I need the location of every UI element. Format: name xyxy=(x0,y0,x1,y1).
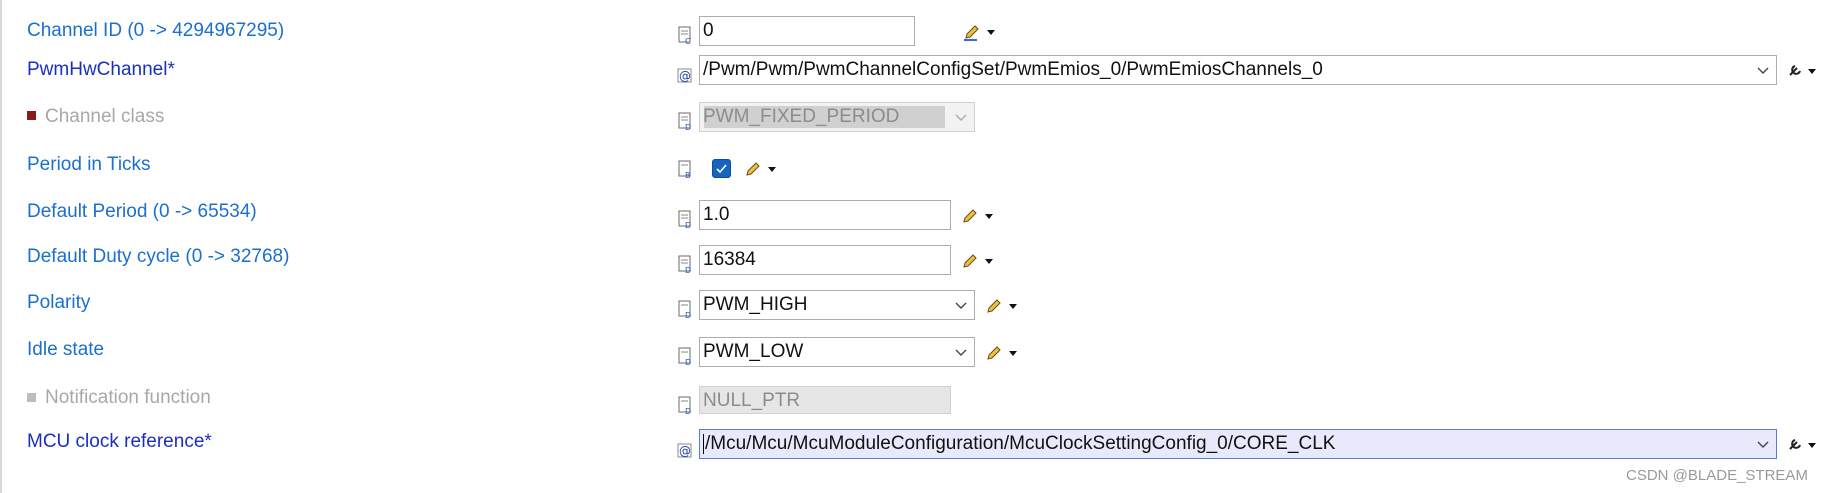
idle-state-label: Idle state xyxy=(27,339,105,360)
default-duty-cycle-input[interactable]: 16384 xyxy=(699,245,951,275)
svg-text:@: @ xyxy=(679,69,691,83)
pwm-hw-channel-label: PwmHwChannel* xyxy=(27,59,175,80)
svg-text:D: D xyxy=(685,311,691,319)
row-mcu-clock-reference: MCU clock reference* @ /Mcu/Mcu/McuModul… xyxy=(0,429,1831,469)
parameter-doc-icon: D xyxy=(677,396,693,415)
watermark: CSDN @BLADE_STREAM xyxy=(1626,467,1808,484)
svg-text:D: D xyxy=(685,123,691,131)
reference-at-icon: @ xyxy=(677,440,693,459)
chevron-down-icon[interactable] xyxy=(954,342,968,359)
svg-text:D: D xyxy=(685,221,691,229)
svg-text:D: D xyxy=(685,266,691,274)
channel-class-select: PWM_FIXED_PERIOD xyxy=(699,102,975,132)
parameter-doc-icon: D xyxy=(677,210,693,229)
edit-menu[interactable] xyxy=(985,296,1021,316)
default-duty-cycle-label: Default Duty cycle (0 -> 32768) xyxy=(27,246,290,267)
parameter-doc-icon: D xyxy=(677,347,693,366)
parameter-doc-icon: D xyxy=(677,112,693,131)
pwm-hw-channel-select[interactable]: /Pwm/Pwm/PwmChannelConfigSet/PwmEmios_0/… xyxy=(699,55,1777,85)
reference-tool-menu[interactable] xyxy=(1786,435,1822,455)
default-period-input[interactable]: 1.0 xyxy=(699,200,951,230)
edit-menu[interactable] xyxy=(961,206,997,226)
notification-function-label: Notification function xyxy=(45,387,211,408)
svg-text:@: @ xyxy=(679,444,691,458)
row-idle-state: Idle state D PWM_LOW xyxy=(0,337,1831,377)
parameter-doc-icon: D xyxy=(677,300,693,319)
svg-text:B: B xyxy=(685,171,691,179)
dropdown-triangle-icon xyxy=(985,214,993,219)
pencil-icon xyxy=(964,25,979,41)
required-marker-icon xyxy=(27,111,36,120)
pencil-icon xyxy=(987,346,1001,360)
svg-text:D: D xyxy=(685,407,691,415)
svg-text:C: C xyxy=(685,37,691,45)
idle-state-select[interactable]: PWM_LOW xyxy=(699,337,975,367)
pwm-hw-channel-value: /Pwm/Pwm/PwmChannelConfigSet/PwmEmios_0/… xyxy=(703,59,1323,80)
dropdown-triangle-icon xyxy=(1808,443,1816,448)
edit-menu[interactable] xyxy=(744,159,780,179)
parameter-doc-icon: B xyxy=(677,160,693,179)
mcu-clock-reference-label: MCU clock reference* xyxy=(27,431,212,452)
svg-text:D: D xyxy=(685,358,691,366)
parameter-doc-icon: C xyxy=(677,26,693,45)
dropdown-triangle-icon xyxy=(1009,351,1017,356)
row-period-in-ticks: Period in Ticks B xyxy=(0,154,1831,195)
row-pwm-hw-channel: PwmHwChannel* @ /Pwm/Pwm/PwmChannelConfi… xyxy=(0,55,1831,95)
row-channel-id: Channel ID (0 -> 4294967295) C 0 xyxy=(0,16,1831,56)
period-in-ticks-label: Period in Ticks xyxy=(27,154,151,175)
pencil-icon xyxy=(963,254,977,268)
notification-function-input: NULL_PTR xyxy=(699,386,951,414)
pencil-icon xyxy=(746,162,760,176)
row-default-duty-cycle: Default Duty cycle (0 -> 32768) D 16384 xyxy=(0,245,1831,285)
row-notification-function: Notification function D NULL_PTR xyxy=(0,384,1831,424)
reference-wrench-icon xyxy=(1789,439,1801,450)
dropdown-triangle-icon xyxy=(1009,304,1017,309)
channel-class-value: PWM_FIXED_PERIOD xyxy=(703,106,900,127)
pencil-icon xyxy=(987,299,1001,313)
reference-tool-menu[interactable] xyxy=(1786,61,1822,81)
reference-at-icon: @ xyxy=(677,65,693,84)
idle-state-value: PWM_LOW xyxy=(703,341,804,362)
edit-menu[interactable] xyxy=(985,343,1021,363)
text-cursor xyxy=(703,433,704,454)
mcu-clock-reference-select[interactable]: /Mcu/Mcu/McuModuleConfiguration/McuClock… xyxy=(699,429,1777,459)
polarity-label: Polarity xyxy=(27,292,91,313)
row-polarity: Polarity D PWM_HIGH xyxy=(0,290,1831,330)
chevron-down-icon[interactable] xyxy=(1756,60,1770,77)
period-in-ticks-checkbox[interactable] xyxy=(712,159,731,178)
reference-wrench-icon xyxy=(1789,65,1801,76)
chevron-down-icon[interactable] xyxy=(954,295,968,312)
channel-id-label: Channel ID (0 -> 4294967295) xyxy=(27,20,285,41)
dropdown-triangle-icon xyxy=(985,259,993,264)
pencil-icon xyxy=(963,209,977,223)
dropdown-triangle-icon xyxy=(1808,69,1816,74)
mcu-clock-reference-value: /Mcu/Mcu/McuModuleConfiguration/McuClock… xyxy=(705,433,1336,454)
polarity-select[interactable]: PWM_HIGH xyxy=(699,290,975,320)
polarity-value: PWM_HIGH xyxy=(703,294,808,315)
default-period-label: Default Period (0 -> 65534) xyxy=(27,201,257,222)
edit-menu[interactable] xyxy=(961,251,997,271)
dropdown-triangle-icon xyxy=(768,167,776,172)
row-default-period: Default Period (0 -> 65534) D 1.0 xyxy=(0,200,1831,240)
row-channel-class: Channel class D PWM_FIXED_PERIOD xyxy=(0,102,1831,142)
optional-marker-icon xyxy=(27,393,36,402)
parameter-doc-icon: D xyxy=(677,255,693,274)
edit-menu[interactable] xyxy=(963,22,999,42)
chevron-down-icon xyxy=(954,107,968,124)
channel-class-label: Channel class xyxy=(45,106,165,127)
dropdown-triangle-icon xyxy=(987,30,995,35)
channel-id-input[interactable]: 0 xyxy=(699,16,915,46)
chevron-down-icon[interactable] xyxy=(1756,434,1770,451)
